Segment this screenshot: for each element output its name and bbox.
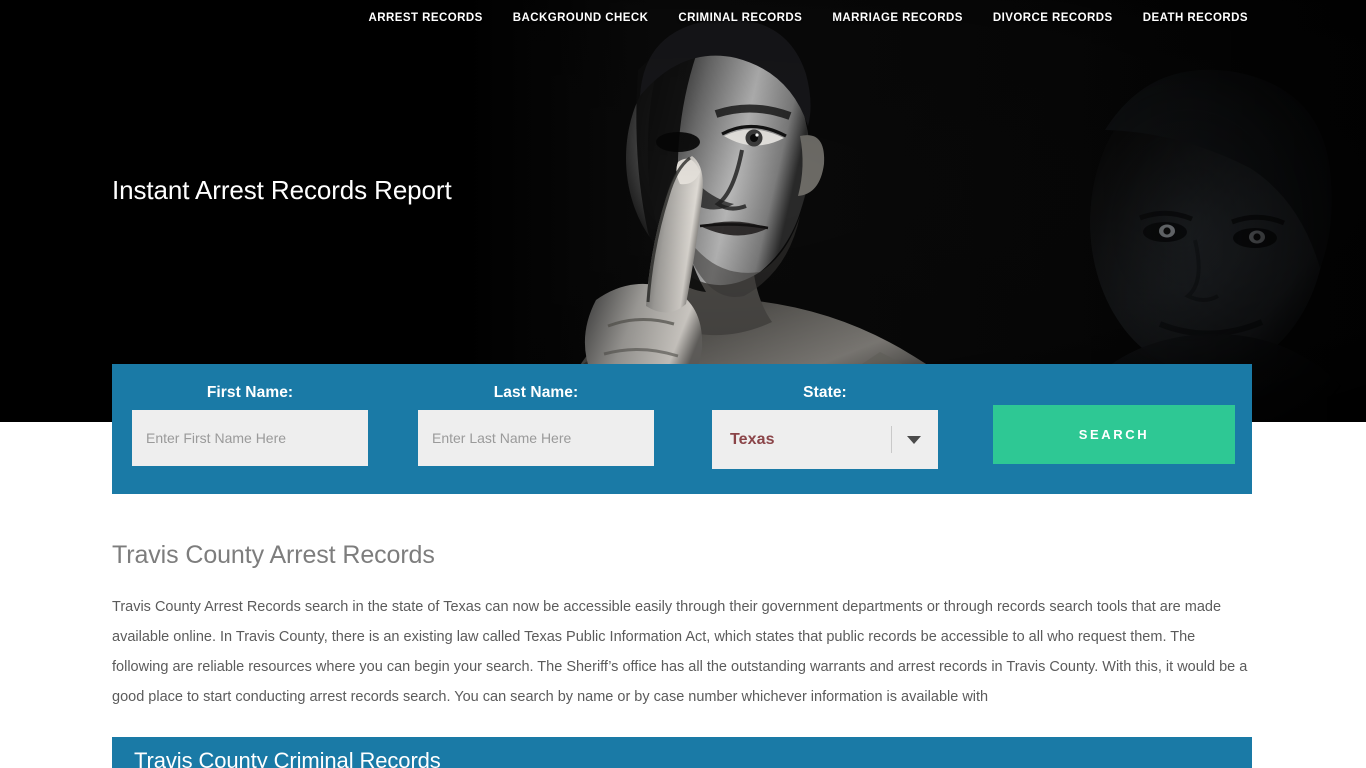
- state-select[interactable]: Texas: [712, 410, 938, 469]
- chevron-down-icon[interactable]: [907, 435, 921, 444]
- hero-section: ARREST RECORDS BACKGROUND CHECK CRIMINAL…: [0, 0, 1366, 422]
- first-name-label: First Name:: [206, 384, 294, 401]
- primary-navigation: ARREST RECORDS BACKGROUND CHECK CRIMINAL…: [0, 0, 1366, 36]
- page-title: Travis County Arrest Records: [112, 541, 435, 569]
- state-selected-value: Texas: [730, 430, 775, 448]
- intro-paragraph: Travis County Arrest Records search in t…: [112, 599, 1248, 706]
- nav-item-criminal-records[interactable]: CRIMINAL RECORDS: [678, 12, 802, 24]
- nav-item-divorce-records[interactable]: DIVORCE RECORDS: [993, 12, 1113, 24]
- search-button[interactable]: SEARCH: [993, 405, 1235, 464]
- state-label: State:: [803, 384, 847, 401]
- nav-item-death-records[interactable]: DEATH RECORDS: [1143, 12, 1248, 24]
- hero-background-photo: [0, 0, 1366, 422]
- last-name-field-group: Last Name:: [418, 384, 654, 466]
- nav-item-background-check[interactable]: BACKGROUND CHECK: [513, 12, 649, 24]
- nav-item-arrest-records[interactable]: ARREST RECORDS: [368, 12, 482, 24]
- last-name-input[interactable]: [418, 410, 654, 466]
- last-name-label: Last Name:: [493, 384, 579, 401]
- first-name-field-group: First Name:: [132, 384, 368, 466]
- criminal-records-panel: Travis County Criminal Records: [112, 737, 1252, 768]
- state-field-group: State: Texas: [712, 384, 938, 469]
- page-root: ARREST RECORDS BACKGROUND CHECK CRIMINAL…: [0, 0, 1366, 768]
- main-content: Travis County Arrest Records Travis Coun…: [112, 540, 1252, 712]
- criminal-records-panel-title: Travis County Criminal Records: [134, 748, 441, 768]
- select-divider: [891, 426, 892, 453]
- first-name-input[interactable]: [132, 410, 368, 466]
- search-form: First Name: Last Name: State: Texas SEAR…: [112, 364, 1252, 494]
- hero-title: Instant Arrest Records Report: [112, 175, 452, 205]
- nav-item-marriage-records[interactable]: MARRIAGE RECORDS: [832, 12, 963, 24]
